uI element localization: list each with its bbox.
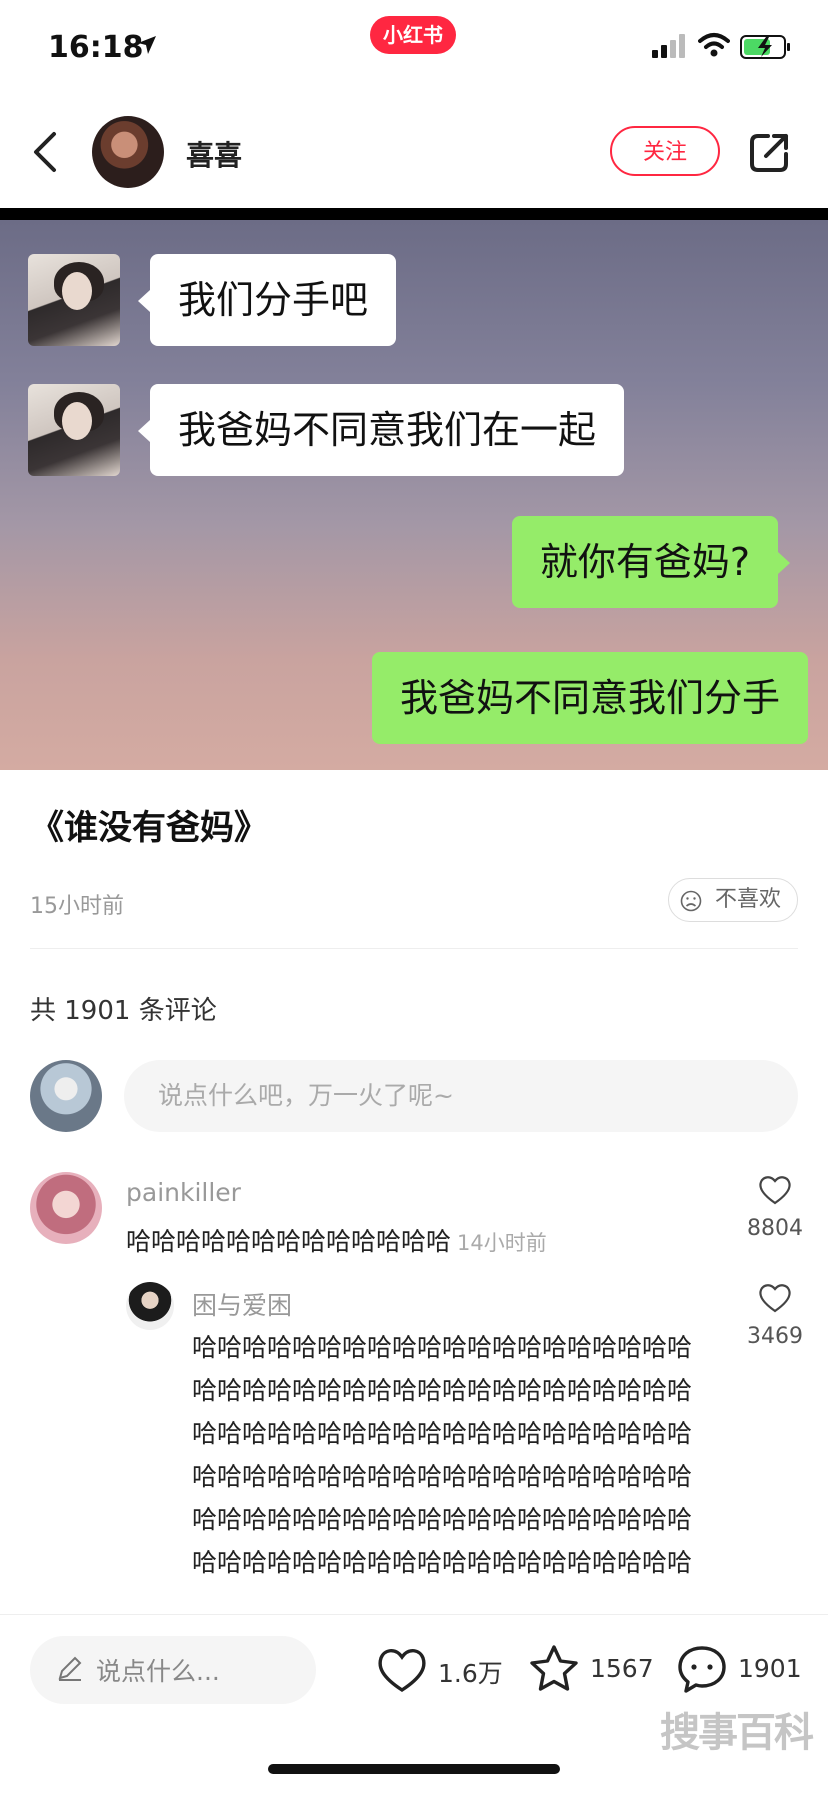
comment-text: 哈哈哈哈哈哈哈哈哈哈哈哈哈哈哈哈哈哈哈哈哈哈哈哈哈哈哈哈哈哈哈哈哈哈哈哈哈哈哈哈…: [192, 1333, 693, 1577]
app-logo-badge: 小红书: [370, 16, 456, 54]
follow-button[interactable]: 关注: [610, 126, 720, 176]
post-time: 15小时前: [30, 894, 124, 919]
comment-bubble-icon[interactable]: [676, 1644, 728, 1694]
heart-icon[interactable]: [758, 1174, 792, 1206]
star-icon[interactable]: [528, 1644, 580, 1694]
comment-like-count: 8804: [747, 1216, 803, 1241]
status-time: 16:18: [48, 30, 144, 65]
bottom-input-placeholder[interactable]: 说点什么...: [96, 1652, 220, 1688]
chat-avatar: [28, 254, 120, 346]
battery-charging-icon: [740, 35, 790, 59]
chat-message: 我们分手吧: [150, 254, 397, 346]
chat-message: 我爸妈不同意我们在一起: [150, 384, 625, 476]
commenter-name[interactable]: 困与爱困: [192, 1286, 292, 1322]
post-title: 《谁没有爸妈》: [30, 808, 268, 848]
divider: [30, 948, 798, 949]
commenter-name[interactable]: painkiller: [126, 1178, 241, 1207]
pencil-icon: [58, 1656, 82, 1681]
watermark: 搜事百科: [660, 1710, 814, 1756]
comment-input[interactable]: 说点什么吧，万一火了呢~: [124, 1060, 798, 1132]
chat-message: 我爸妈不同意我们分手: [371, 652, 808, 744]
sad-face-icon: [680, 890, 702, 912]
wifi-icon: [698, 33, 730, 57]
heart-icon[interactable]: [758, 1282, 792, 1314]
share-icon[interactable]: [748, 130, 792, 174]
home-indicator: [268, 1764, 560, 1774]
back-arrow-icon[interactable]: [30, 130, 60, 174]
comment-time: 14小时前: [457, 1231, 547, 1255]
chat-avatar: [28, 384, 120, 476]
post-image[interactable]: 我们分手吧 我爸妈不同意我们在一起 就你有爸妈? 我爸妈不同意我们分手: [0, 208, 828, 770]
comment-count: 共 1901 条评论: [30, 996, 217, 1026]
comment-total-count: 1901: [738, 1654, 802, 1683]
author-name[interactable]: 喜喜: [186, 134, 242, 174]
comment-body: 哈哈哈哈哈哈哈哈哈哈哈哈哈: [126, 1227, 452, 1256]
comment-like-count: 3469: [747, 1324, 803, 1349]
signal-icon: [652, 34, 685, 58]
author-avatar[interactable]: [92, 116, 164, 188]
location-arrow-icon: [138, 36, 156, 54]
like-count: 1.6万: [438, 1659, 503, 1688]
my-avatar: [30, 1060, 102, 1132]
like-heart-icon[interactable]: [376, 1646, 428, 1694]
commenter-avatar[interactable]: [126, 1282, 174, 1330]
favorite-count: 1567: [590, 1654, 654, 1683]
chat-message: 就你有爸妈?: [511, 516, 778, 608]
commenter-avatar[interactable]: [30, 1172, 102, 1244]
comment-text: 哈哈哈哈哈哈哈哈哈哈哈哈哈 14小时前: [126, 1222, 547, 1258]
